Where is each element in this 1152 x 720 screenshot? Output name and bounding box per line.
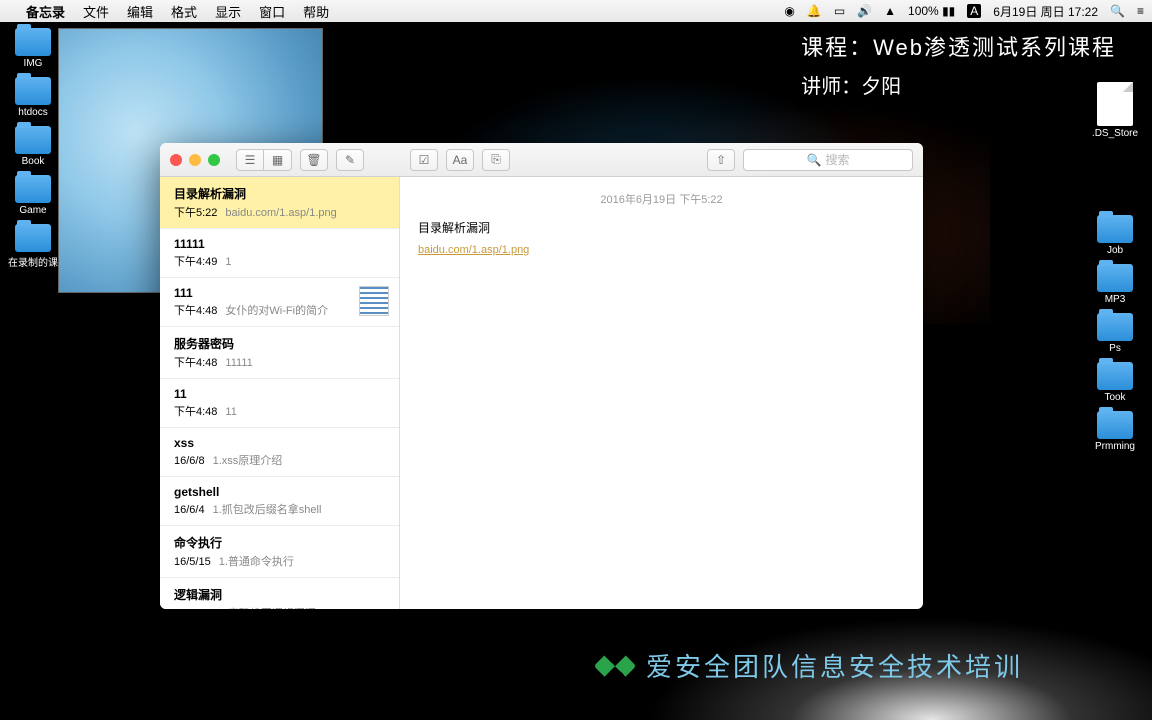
note-item-title: 命令执行 xyxy=(174,534,385,551)
spotlight-icon[interactable]: 🔍 xyxy=(1110,4,1125,18)
menu-window[interactable]: 窗口 xyxy=(259,2,285,21)
note-title: 目录解析漏洞 xyxy=(418,219,905,236)
bottom-banner: 爱安全团队信息安全技术培训 xyxy=(600,647,1023,684)
search-placeholder: 搜索 xyxy=(825,151,849,168)
note-thumb xyxy=(359,286,389,316)
note-item-sub: 下午4:4811111 xyxy=(174,354,385,370)
note-item[interactable]: 11 下午4:4811 xyxy=(160,379,399,428)
desktop-left-icons: IMG htdocs Book Game 在录制的课 xyxy=(8,28,58,269)
traffic-lights xyxy=(170,154,220,166)
note-item-title: xss xyxy=(174,436,385,450)
folder-took[interactable]: Took xyxy=(1097,362,1133,403)
note-item-title: 服务器密码 xyxy=(174,335,385,352)
compose-button[interactable]: ✎ xyxy=(336,149,364,171)
note-content[interactable]: 2016年6月19日 下午5:22 目录解析漏洞 baidu.com/1.asp… xyxy=(400,177,923,609)
folder-recording[interactable]: 在录制的课 xyxy=(8,224,58,269)
note-item-sub: 下午5:22baidu.com/1.asp/1.png xyxy=(174,204,385,220)
minimize-button[interactable] xyxy=(189,154,201,166)
checklist-button[interactable]: ☑ xyxy=(410,149,438,171)
note-item-sub: 16/6/81.xss原理介绍 xyxy=(174,452,385,468)
record-icon[interactable]: ◉ xyxy=(784,4,794,18)
notes-window: ☰ ▦ 🗑 ✎ ☑ Aa ⎘ ⇧ 🔍 搜索 目录解析漏洞 下午5:22baidu… xyxy=(160,143,923,609)
menu-help[interactable]: 帮助 xyxy=(303,2,329,21)
note-item[interactable]: 逻辑漏洞 16/5/151.密码找回逻辑漏洞 xyxy=(160,578,399,609)
notes-list[interactable]: 目录解析漏洞 下午5:22baidu.com/1.asp/1.png 11111… xyxy=(160,177,400,609)
note-item-title: 11111 xyxy=(174,237,385,251)
note-item-sub: 16/5/151.普通命令执行 xyxy=(174,553,385,569)
app-name[interactable]: 备忘录 xyxy=(26,2,65,21)
menu-format[interactable]: 格式 xyxy=(171,2,197,21)
note-item[interactable]: xss 16/6/81.xss原理介绍 xyxy=(160,428,399,477)
zoom-button[interactable] xyxy=(208,154,220,166)
note-item-title: 目录解析漏洞 xyxy=(174,185,385,202)
note-date: 2016年6月19日 下午5:22 xyxy=(418,191,905,207)
wifi-icon[interactable]: ▲ xyxy=(884,4,896,18)
titlebar[interactable]: ☰ ▦ 🗑 ✎ ☑ Aa ⎘ ⇧ 🔍 搜索 xyxy=(160,143,923,177)
folder-book[interactable]: Book xyxy=(8,126,58,167)
close-button[interactable] xyxy=(170,154,182,166)
delete-button[interactable]: 🗑 xyxy=(300,149,328,171)
note-item-sub: 下午4:491 xyxy=(174,253,385,269)
format-button[interactable]: Aa xyxy=(446,149,474,171)
course-instructor: 讲师：夕阳 xyxy=(801,70,1116,99)
note-item[interactable]: 11111 下午4:491 xyxy=(160,229,399,278)
banner-text: 爱安全团队信息安全技术培训 xyxy=(646,647,1023,684)
course-title: 课程：Web渗透测试系列课程 xyxy=(801,30,1116,62)
note-item-sub: 下午4:4811 xyxy=(174,403,385,419)
attach-button[interactable]: ⎘ xyxy=(482,149,510,171)
search-icon: 🔍 xyxy=(807,153,822,167)
desktop-right-icons: .DS_Store Job MP3 Ps Took Prmming xyxy=(1086,82,1144,452)
course-overlay: 课程：Web渗透测试系列课程 讲师：夕阳 xyxy=(801,30,1116,99)
note-item-title: 111 xyxy=(174,286,349,300)
note-item[interactable]: 命令执行 16/5/151.普通命令执行 xyxy=(160,526,399,578)
display-icon[interactable]: ▭ xyxy=(834,4,845,18)
note-item-sub: 16/5/151.密码找回逻辑漏洞 xyxy=(174,605,385,609)
note-item-title: 逻辑漏洞 xyxy=(174,586,385,603)
note-item-title: getshell xyxy=(174,485,385,499)
folder-htdocs[interactable]: htdocs xyxy=(8,77,58,118)
input-source[interactable]: A xyxy=(967,4,981,18)
folder-job[interactable]: Job xyxy=(1097,215,1133,256)
battery-status[interactable]: 100% ▮▮ xyxy=(908,4,955,18)
menubar: 备忘录 文件 编辑 格式 显示 窗口 帮助 ◉ 🔔 ▭ 🔊 ▲ 100% ▮▮ … xyxy=(0,0,1152,22)
notification-icon[interactable]: 🔔 xyxy=(807,4,822,18)
menu-file[interactable]: 文件 xyxy=(83,2,109,21)
share-button[interactable]: ⇧ xyxy=(707,149,735,171)
menu-view[interactable]: 显示 xyxy=(215,2,241,21)
note-item[interactable]: 111 下午4:48女仆的对Wi-Fi的简介 xyxy=(160,278,399,327)
view-list-button[interactable]: ☰ xyxy=(236,149,264,171)
note-item-title: 11 xyxy=(174,387,385,401)
note-link[interactable]: baidu.com/1.asp/1.png xyxy=(418,244,529,256)
menu-edit[interactable]: 编辑 xyxy=(127,2,153,21)
folder-programming[interactable]: Prmming xyxy=(1095,411,1135,452)
folder-game[interactable]: Game xyxy=(8,175,58,216)
menu-extras-icon[interactable]: ≡ xyxy=(1137,4,1144,18)
note-item-sub: 下午4:48女仆的对Wi-Fi的简介 xyxy=(174,302,349,318)
folder-mp3[interactable]: MP3 xyxy=(1097,264,1133,305)
banner-logo-icon xyxy=(594,644,636,686)
volume-icon[interactable]: 🔊 xyxy=(857,4,872,18)
note-item[interactable]: getshell 16/6/41.抓包改后缀名拿shell xyxy=(160,477,399,526)
note-item-sub: 16/6/41.抓包改后缀名拿shell xyxy=(174,501,385,517)
note-item[interactable]: 服务器密码 下午4:4811111 xyxy=(160,327,399,379)
note-item[interactable]: 目录解析漏洞 下午5:22baidu.com/1.asp/1.png xyxy=(160,177,399,229)
search-field[interactable]: 🔍 搜索 xyxy=(743,149,913,171)
folder-ps[interactable]: Ps xyxy=(1097,313,1133,354)
view-grid-button[interactable]: ▦ xyxy=(264,149,292,171)
clock[interactable]: 6月19日 周日 17:22 xyxy=(993,3,1098,20)
folder-img[interactable]: IMG xyxy=(8,28,58,69)
